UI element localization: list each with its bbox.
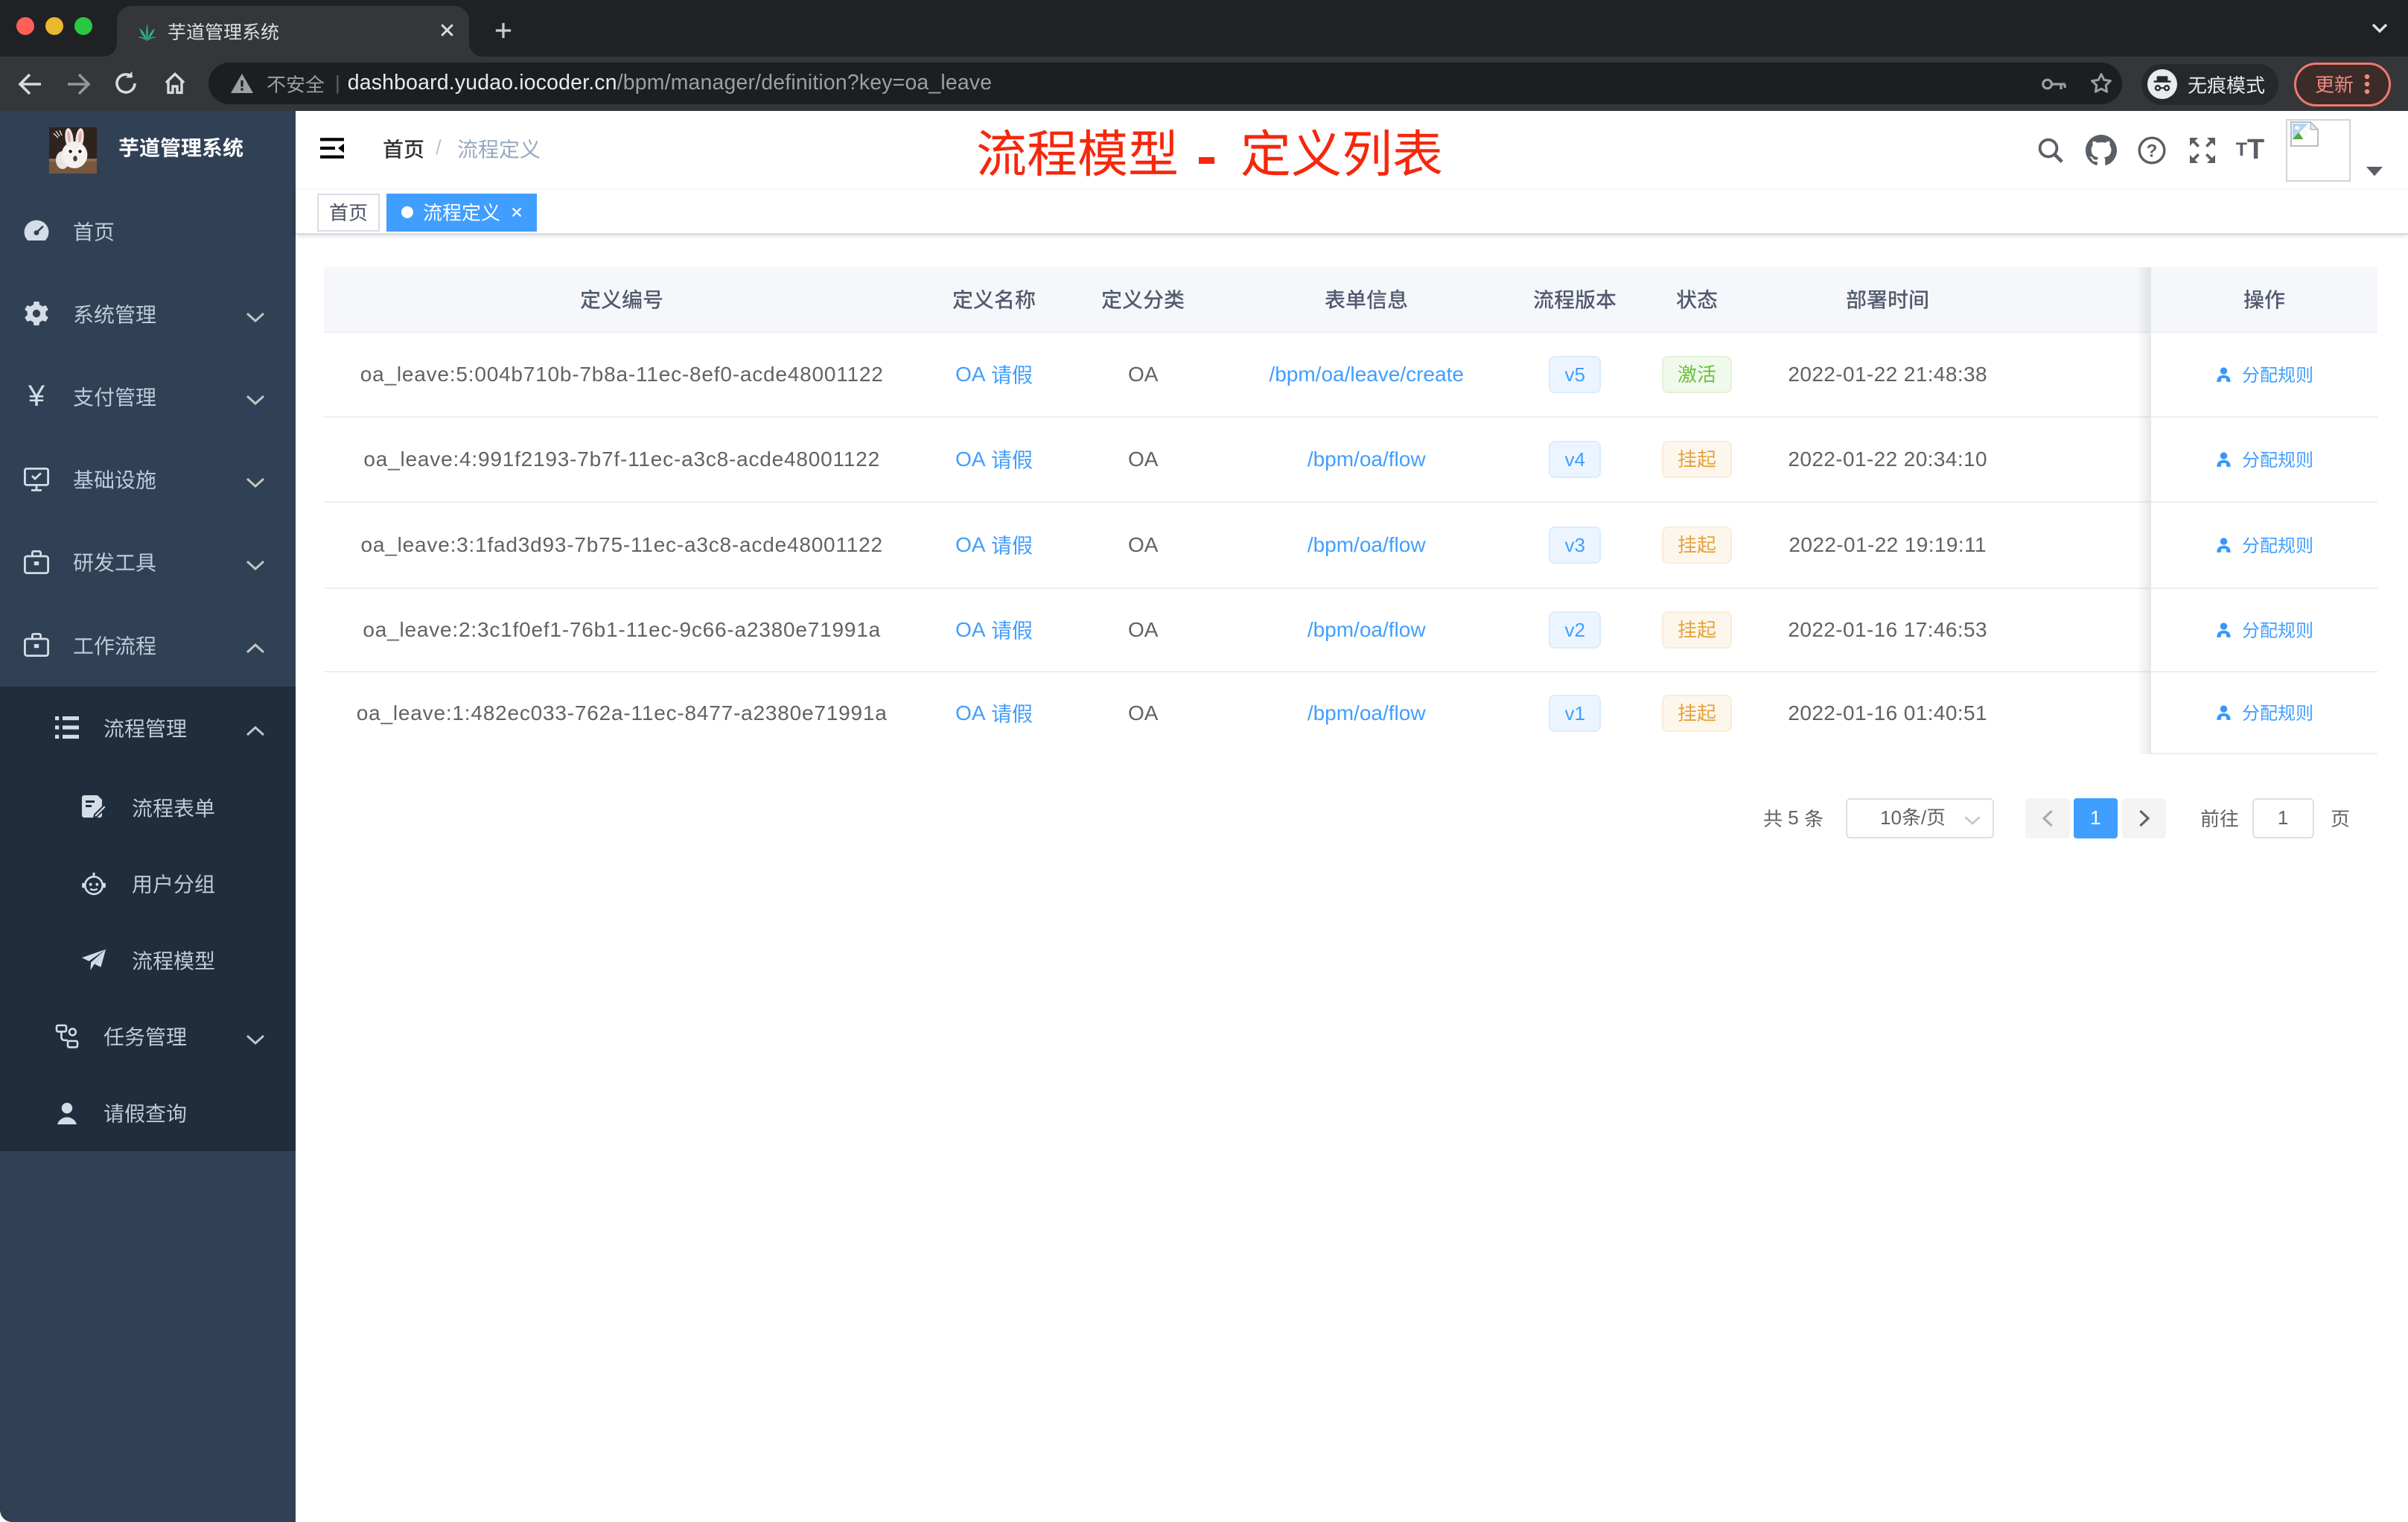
svg-text:?: ?: [2147, 141, 2158, 161]
